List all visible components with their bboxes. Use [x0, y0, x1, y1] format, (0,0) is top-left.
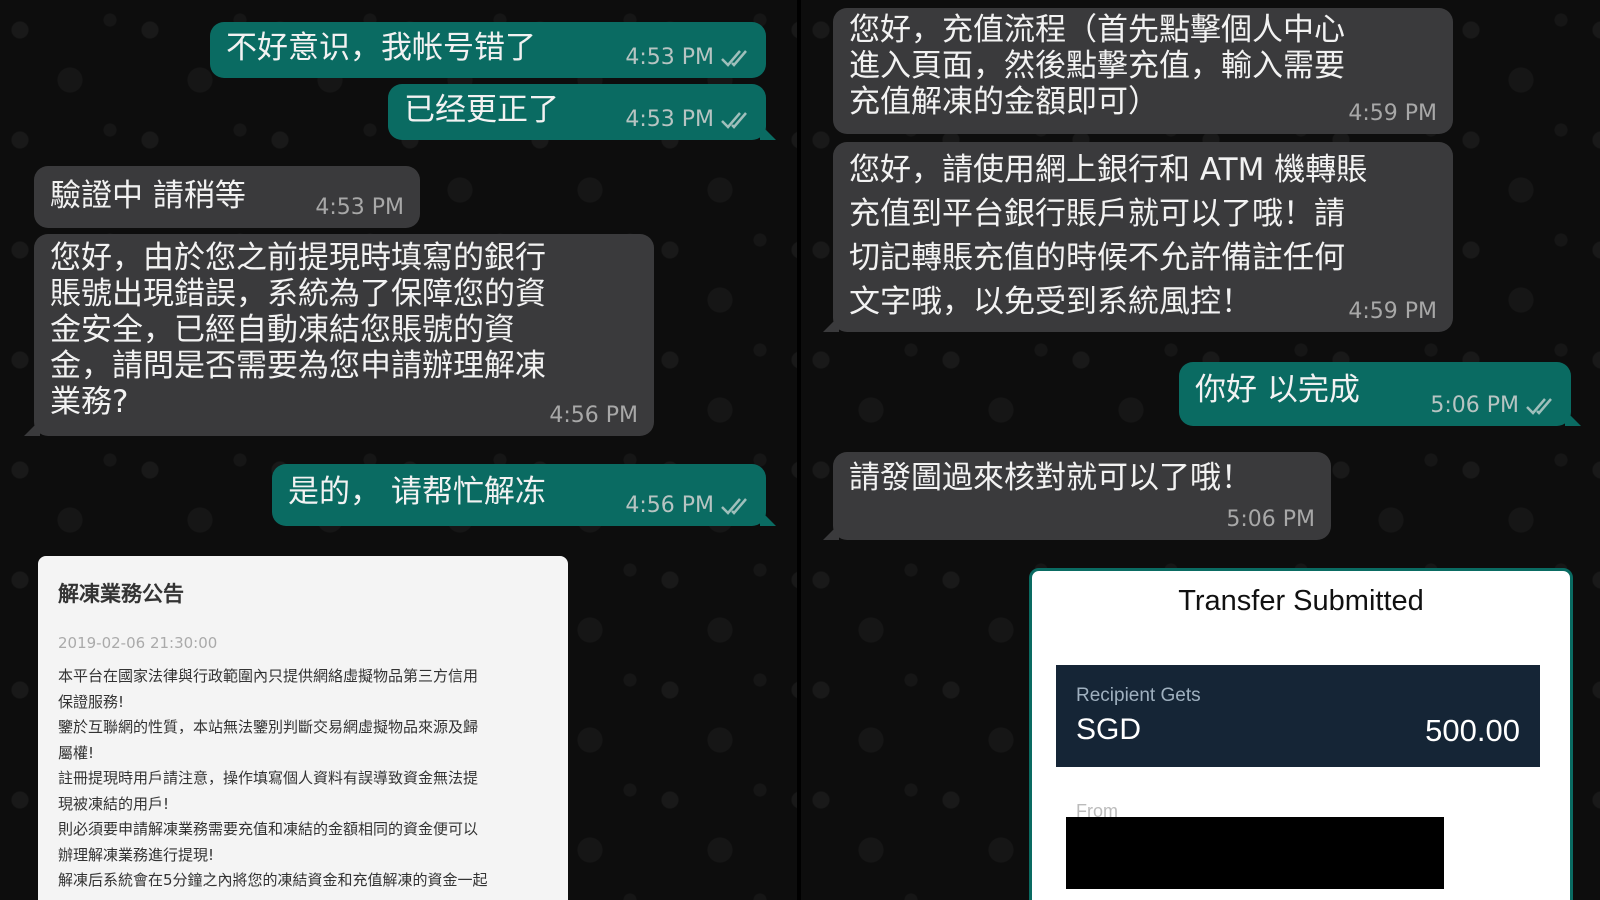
currency-code: SGD: [1076, 713, 1142, 746]
message-text: 您好，由於您之前提現時填寫的銀行 賬號出現錯誤，系統為了保障您的資 金安全，已經…: [50, 240, 546, 420]
notice-line: 本平台在國家法律與行政範圍內只提供網絡虛擬物品第三方信用: [58, 667, 479, 685]
double-check-icon: [721, 112, 747, 129]
double-check-icon: [721, 50, 747, 67]
notice-title: 解凍業務公告: [58, 582, 184, 606]
message-text: 您好，請使用網上銀行和 ATM 機轉賬 充值到平台銀行賬戶就可以了哦！請 切記轉…: [849, 152, 1368, 320]
outgoing-message[interactable]: 是的， 请帮忙解冻 4:56 PM: [272, 464, 776, 526]
incoming-message[interactable]: 驗證中 請稍等 4:53 PM: [34, 166, 420, 228]
incoming-message[interactable]: 您好，請使用網上銀行和 ATM 機轉賬 充值到平台銀行賬戶就可以了哦！請 切記轉…: [823, 142, 1453, 332]
image-attachment-notice[interactable]: 解凍業務公告 2019-02-06 21:30:00 本平台在國家法律與行政範圍…: [38, 556, 568, 900]
message-time: 4:53 PM: [625, 107, 714, 132]
message-time: 4:53 PM: [315, 195, 404, 220]
incoming-message[interactable]: 您好，充值流程（首先點擊個人中心 進入頁面，然後點擊充值，輸入需要 充值解凍的金…: [833, 8, 1453, 134]
message-time: 5:06 PM: [1226, 507, 1315, 532]
double-check-icon: [721, 498, 747, 515]
right-chat-panel: 您好，充值流程（首先點擊個人中心 進入頁面，然後點擊充值，輸入需要 充值解凍的金…: [801, 0, 1600, 900]
incoming-message[interactable]: 請發圖過來核對就可以了哦！ 5:06 PM: [823, 452, 1331, 540]
incoming-message[interactable]: 您好，由於您之前提現時填寫的銀行 賬號出現錯誤，系統為了保障您的資 金安全，已經…: [24, 234, 654, 436]
bubble-tail: [823, 316, 839, 332]
message-time: 4:56 PM: [625, 493, 714, 518]
notice-line: 註冊提現時用戶請注意，操作填寫個人資料有誤導致資金無法提: [58, 769, 479, 787]
message-time: 5:06 PM: [1430, 393, 1519, 418]
notice-line: 屬權!: [58, 743, 95, 762]
message-time: 4:59 PM: [1348, 101, 1437, 126]
notice-line: 則必須要申請解凍業務需要充值和凍結的金額相同的資金便可以: [58, 820, 479, 838]
message-text: 請發圖過來核對就可以了哦！: [849, 460, 1252, 496]
recipient-summary: Recipient Gets SGD 500.00: [1056, 665, 1540, 767]
recipient-label: Recipient Gets: [1076, 685, 1201, 706]
redaction-block: [1066, 817, 1444, 889]
notice-body: 本平台在國家法律與行政範圍內只提供網絡虛擬物品第三方信用 保證服務! 鑒於互聯網…: [58, 664, 548, 894]
message-time: 4:56 PM: [549, 403, 638, 428]
left-chat-panel: 不好意识，我帐号错了 4:53 PM 已经更正了 4:53 PM 驗證中 請稍等…: [0, 0, 797, 900]
bubble-tail: [760, 510, 776, 526]
message-time: 4:53 PM: [625, 45, 714, 70]
bubble-tail: [24, 420, 40, 436]
notice-line: 解凍后系統會在5分鐘之內將您的凍結資金和充值解凍的資金一起: [58, 871, 488, 889]
notice-line: 鑒於互聯網的性質，本站無法鑒別判斷交易網虛擬物品來源及歸: [58, 718, 479, 736]
notice-line: 現被凍結的用戶!: [58, 794, 170, 813]
outgoing-message[interactable]: 你好 以完成 5:06 PM: [1179, 362, 1581, 426]
notice-date: 2019-02-06 21:30:00: [58, 634, 218, 652]
double-check-icon: [1526, 398, 1552, 415]
bubble-tail: [1565, 410, 1581, 426]
notice-line: 辦理解凍業務進行提現!: [58, 845, 215, 864]
notice-line: 保證服務!: [58, 692, 125, 711]
transfer-title: Transfer Submitted: [1178, 585, 1424, 617]
outgoing-message[interactable]: 不好意识，我帐号错了 4:53 PM: [210, 22, 766, 78]
bubble-tail: [760, 124, 776, 140]
outgoing-message[interactable]: 已经更正了 4:53 PM: [388, 84, 776, 140]
transfer-amount: 500.00: [1425, 713, 1520, 748]
message-time: 4:59 PM: [1348, 299, 1437, 324]
bubble-tail: [823, 524, 839, 540]
image-attachment-transfer[interactable]: Transfer Submitted Recipient Gets SGD 50…: [1029, 568, 1573, 900]
